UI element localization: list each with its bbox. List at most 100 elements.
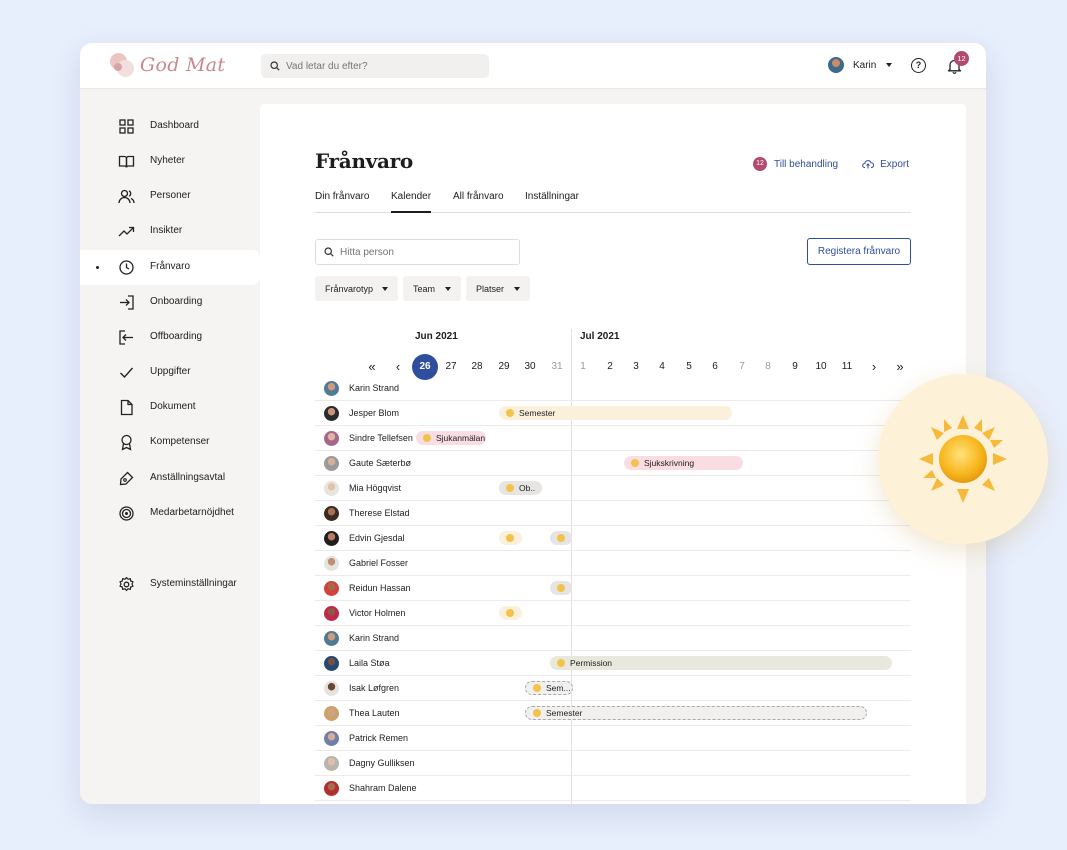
avatar	[324, 706, 339, 721]
sidebar-item-medarbetarnojdhet[interactable]: Medarbetarnöjdhet	[80, 496, 260, 531]
tab-kalender[interactable]: Kalender	[391, 191, 432, 213]
table-row[interactable]: Jesper Blom Semester	[315, 401, 911, 426]
avatar	[324, 606, 339, 621]
sidebar-item-offboarding[interactable]: Offboarding	[80, 320, 260, 355]
sidebar-item-label: Medarbetarnöjdhet	[150, 507, 234, 518]
table-row[interactable]: Reidun Hassan	[315, 576, 911, 601]
trending-icon	[118, 226, 135, 237]
logout-icon	[119, 330, 133, 345]
absence-event-pending[interactable]: Semester	[525, 706, 867, 720]
table-row[interactable]: Laila Støa Permission	[315, 651, 911, 676]
help-icon[interactable]: ?	[911, 58, 926, 73]
person-name: Isak Løfgren	[349, 683, 400, 693]
avatar	[324, 681, 339, 696]
person-name: Gabriel Fosser	[349, 558, 409, 568]
check-icon	[120, 367, 134, 379]
absence-event-semester[interactable]	[499, 531, 522, 545]
event-label: Permission	[570, 658, 613, 668]
avatar	[324, 656, 339, 671]
table-row[interactable]: Patrick Remen	[315, 726, 911, 751]
table-row[interactable]: Edvin Gjesdal	[315, 526, 911, 551]
sidebar-item-label: Offboarding	[150, 331, 203, 342]
global-search-input[interactable]	[286, 60, 476, 72]
sun-emoji-icon	[506, 409, 514, 417]
absence-event-pending[interactable]: Sem...	[525, 681, 573, 695]
filter-platser[interactable]: Platser	[466, 276, 530, 301]
table-row[interactable]: Mia Högqvist Ob..	[315, 476, 911, 501]
page-title: Frånvaro	[315, 149, 413, 173]
person-name: Edvin Gjesdal	[349, 533, 405, 543]
sidebar-item-systeminstallningar[interactable]: Systeminställningar	[80, 567, 260, 602]
sidebar-item-kompetenser[interactable]: Kompetenser	[80, 425, 260, 460]
chevron-down-icon	[886, 63, 893, 67]
table-row[interactable]: Thea Lauten Semester	[315, 701, 911, 726]
person-name: Karin Strand	[349, 633, 400, 643]
person-name: Laila Støa	[349, 658, 390, 668]
sidebar-item-onboarding[interactable]: Onboarding	[80, 285, 260, 320]
person-name: Shahram Dalene	[349, 783, 417, 793]
absence-event-sick[interactable]: Sjukskrivning	[624, 456, 743, 470]
global-search[interactable]	[261, 54, 489, 78]
user-menu[interactable]: Karin	[828, 57, 893, 73]
export-button[interactable]: Export	[862, 159, 909, 170]
sidebar-item-personer[interactable]: Personer	[80, 179, 260, 214]
sidebar-item-nyheter[interactable]: Nyheter	[80, 144, 260, 179]
emoji-icon	[557, 584, 565, 592]
month-label: Jun 2021	[415, 331, 458, 342]
absence-event-sick[interactable]: Sjukanmälan	[416, 431, 486, 445]
register-absence-button[interactable]: Registera frånvaro	[807, 238, 911, 265]
table-row[interactable]: Therese Elstad	[315, 501, 911, 526]
person-name: Sindre Tellefsen	[349, 433, 413, 443]
tab-din-franvaro[interactable]: Din frånvaro	[315, 191, 369, 213]
person-name: Gaute Sæterbø	[349, 458, 412, 468]
sidebar-item-label: Personer	[150, 190, 191, 201]
sick-emoji-icon	[423, 434, 431, 442]
absence-event-other[interactable]	[550, 531, 572, 545]
avatar	[324, 381, 339, 396]
table-row[interactable]: Karin Strand	[315, 376, 911, 401]
sidebar-item-dashboard[interactable]: Dashboard	[80, 109, 260, 144]
login-icon	[120, 295, 134, 310]
search-icon	[324, 247, 334, 257]
filter-label: Platser	[476, 283, 505, 294]
table-row[interactable]: Victor Holmen	[315, 601, 911, 626]
sidebar: Dashboard Nyheter Personer Insikter Från…	[80, 89, 260, 804]
sidebar-item-label: Uppgifter	[150, 366, 191, 377]
event-label: Sjukskrivning	[644, 458, 695, 468]
absence-event-semester[interactable]	[499, 606, 522, 620]
sidebar-item-label: Systeminställningar	[150, 578, 237, 589]
sidebar-item-anstallningsavtal[interactable]: Anställningsavtal	[80, 461, 260, 496]
sidebar-item-label: Dashboard	[150, 120, 199, 131]
table-row[interactable]: Gabriel Fosser	[315, 551, 911, 576]
table-row[interactable]: Karin Strand	[315, 626, 911, 651]
sidebar-item-franvaro[interactable]: Frånvaro	[80, 250, 260, 285]
table-row[interactable]: Isak Løfgren Sem...	[315, 676, 911, 701]
sidebar-item-label: Kompetenser	[150, 436, 210, 447]
absence-event-permission[interactable]: Permission	[550, 656, 892, 670]
avatar	[324, 556, 339, 571]
person-name: Victor Holmen	[349, 608, 406, 618]
absence-event-other[interactable]	[550, 581, 572, 595]
table-row[interactable]: Dagny Gulliksen	[315, 751, 911, 776]
sidebar-item-label: Nyheter	[150, 155, 186, 166]
person-search-input[interactable]	[340, 246, 510, 258]
absence-event-other[interactable]: Ob..	[499, 481, 542, 495]
tab-installningar[interactable]: Inställningar	[525, 191, 579, 213]
sidebar-item-uppgifter[interactable]: Uppgifter	[80, 355, 260, 390]
person-search[interactable]	[315, 239, 520, 265]
pen-icon	[119, 471, 134, 486]
sidebar-item-dokument[interactable]: Dokument	[80, 390, 260, 425]
emoji-icon	[557, 659, 565, 667]
absence-event-semester[interactable]: Semester	[499, 406, 732, 420]
table-row[interactable]: Gaute Sæterbø Sjukskrivning	[315, 451, 911, 476]
pending-link[interactable]: Till behandling	[774, 159, 838, 170]
sidebar-item-label: Frånvaro	[150, 261, 191, 272]
tab-all-franvaro[interactable]: All frånvaro	[453, 191, 504, 213]
filter-team[interactable]: Team	[403, 276, 461, 301]
brand-logo[interactable]: God Mat	[108, 51, 225, 79]
sun-emoji-icon	[533, 684, 541, 692]
table-row[interactable]: Shahram Dalene	[315, 776, 911, 801]
sidebar-item-insikter[interactable]: Insikter	[80, 214, 260, 249]
filter-franvarotyp[interactable]: Frånvarotyp	[315, 276, 398, 301]
table-row[interactable]: Sindre Tellefsen Sjukanmälan	[315, 426, 911, 451]
